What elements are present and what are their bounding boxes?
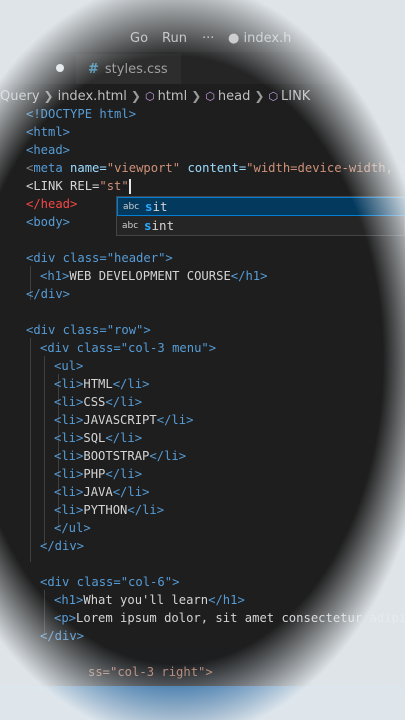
code-link-value: "st" xyxy=(99,179,129,193)
code-line-li: <li>JAVASCRIPT</li> xyxy=(54,413,194,427)
word-icon: abc xyxy=(123,201,140,212)
code-li-text: BOOTSTRAP xyxy=(83,449,150,463)
suggestion-item-sint[interactable]: abc s int xyxy=(117,216,405,235)
code-line-li: <li>BOOTSTRAP</li> xyxy=(54,449,187,463)
code-div-col6: <div class="col-6"> xyxy=(40,575,180,589)
suggestion-match: s xyxy=(145,199,153,214)
word-icon: abc xyxy=(122,220,139,231)
code-li-text: SQL xyxy=(83,431,106,445)
code-line-link: <LINK REL="st" xyxy=(26,177,131,195)
code-li-text: PHP xyxy=(83,467,106,481)
code-ul-open: <ul> xyxy=(54,359,84,373)
indent-guide xyxy=(30,338,31,562)
code-line: </div> xyxy=(26,285,70,303)
suggestion-rest: int xyxy=(151,218,175,233)
code-li-text: HTML xyxy=(83,377,113,391)
code-ul-close: </ul> xyxy=(54,521,91,535)
code-line: </head> xyxy=(26,195,77,213)
code-line: <div class="header"> xyxy=(26,249,173,267)
code-line-li: <li>PHP</li> xyxy=(54,467,143,481)
code-line-meta: <meta name="viewport" content="width=dev… xyxy=(26,159,405,177)
code-line: <body> xyxy=(26,213,70,231)
code-p-text: Lorem ipsum dolor, sit amet consectetur … xyxy=(76,611,405,625)
code-line: <html> xyxy=(26,123,70,141)
code-h1-text: WEB DEVELOPMENT COURSE xyxy=(69,269,231,283)
code-doctype: <!DOCTYPE html> xyxy=(26,107,137,121)
code-meta-name-attr: name= xyxy=(70,161,107,175)
code-line-h1-learn: <h1>What you'll learn</h1> xyxy=(54,593,245,607)
code-head-open: <head> xyxy=(26,143,71,157)
status-bar xyxy=(0,686,405,720)
indent-guide xyxy=(44,356,45,546)
code-line: <div class="row"> xyxy=(26,321,151,339)
code-div-close: </div> xyxy=(26,287,71,301)
code-div-col3: <div class="col-3 menu"> xyxy=(40,341,217,355)
code-div-col3-right: ss="col-3 right"> xyxy=(88,665,213,679)
code-line: <head> xyxy=(26,141,70,159)
code-line-h1: <h1>WEB DEVELOPMENT COURSE</h1> xyxy=(40,269,268,283)
code-editor[interactable]: <!DOCTYPE html> <html> <head> <meta name… xyxy=(0,0,405,720)
code-div-close: </div> xyxy=(40,539,85,553)
suggestion-item-sit[interactable]: abc s it xyxy=(117,197,405,216)
code-line-p: <p>Lorem ipsum dolor, sit amet consectet… xyxy=(54,611,405,625)
code-div-close: </div> xyxy=(40,629,85,643)
code-li-text: PYTHON xyxy=(83,503,128,517)
code-div-row: <div class="row"> xyxy=(26,323,151,337)
code-head-close: </head> xyxy=(26,197,78,211)
code-line-li: <li>PYTHON</li> xyxy=(54,503,165,517)
suggestion-widget: abc s it abc s int xyxy=(116,196,405,236)
text-cursor xyxy=(128,179,131,194)
code-li-text: CSS xyxy=(83,395,106,409)
code-li-text: JAVASCRIPT xyxy=(83,413,157,427)
code-line-li: <li>JAVA</li> xyxy=(54,485,150,499)
code-meta-content-value: "width=device-width, i xyxy=(246,161,405,175)
code-body-open: <body> xyxy=(26,215,71,229)
code-line-li: <li>HTML</li> xyxy=(54,377,150,391)
code-h1-learn: What you'll learn xyxy=(83,593,209,607)
code-line: </ul> xyxy=(54,519,91,537)
code-li-text: JAVA xyxy=(83,485,113,499)
code-link-typed: <LINK REL= xyxy=(26,179,100,193)
code-line: </div> xyxy=(40,627,84,645)
code-line: <ul> xyxy=(54,357,83,375)
code-line-doctype: <!DOCTYPE html> xyxy=(26,105,136,123)
code-line: </div> xyxy=(40,537,84,555)
code-line: ss="col-3 right"> xyxy=(88,663,213,681)
code-html-open: <html> xyxy=(26,125,71,139)
code-div-header: <div class="header"> xyxy=(26,251,173,265)
code-line-li: <li>SQL</li> xyxy=(54,431,143,445)
code-line: <div class="col-3 menu"> xyxy=(40,339,216,357)
code-line-li: <li>CSS</li> xyxy=(54,395,143,409)
code-meta-content-attr: content= xyxy=(187,161,247,175)
code-meta-name-value: "viewport" xyxy=(106,161,181,175)
suggestion-rest: it xyxy=(152,199,168,214)
code-line: <div class="col-6"> xyxy=(40,573,179,591)
suggestion-match: s xyxy=(144,218,152,233)
